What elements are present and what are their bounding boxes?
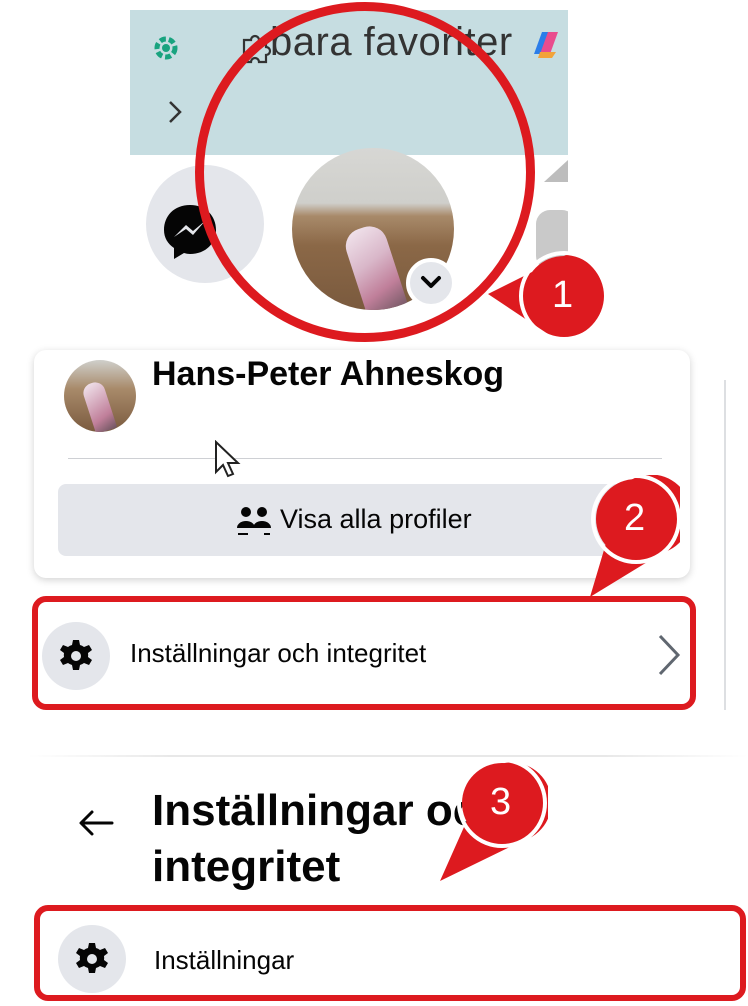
back-arrow-icon[interactable] [76,807,116,839]
divider [68,458,662,459]
callout-badge-3: 3 [436,753,552,890]
view-all-profiles-button[interactable]: Visa alla profiler [58,484,666,556]
chatgpt-icon[interactable] [150,32,182,64]
panel-account-menu: Hans-Peter Ahneskog Visa alla profiler I… [28,350,730,720]
panel-settings-privacy: Inställningar och integritet Inställning… [28,755,748,1006]
panel-browser-toolbar: bara favoriter 1 [130,2,609,355]
callout-badge-1: 1 [472,250,609,345]
profile-avatar-small[interactable] [64,360,136,432]
panel-edge [28,755,748,757]
mouse-cursor-icon [215,440,241,478]
profile-name[interactable]: Hans-Peter Ahneskog [152,355,504,394]
copilot-icon[interactable] [526,24,566,64]
callout-badge-2: 2 [582,474,692,610]
callout-number: 2 [624,497,646,539]
avatar-photo [80,379,118,432]
highlight-box [34,905,746,1001]
people-switch-icon [237,507,271,535]
callout-pointer-shape [488,251,609,341]
callout-number: 1 [552,274,574,316]
menu-edge [724,380,726,710]
callout-number: 3 [490,781,512,823]
highlight-box [32,596,696,710]
chevron-right-icon[interactable] [166,98,186,126]
callout-pointer-shape [590,474,692,597]
view-all-profiles-label: Visa alla profiler [280,504,472,534]
